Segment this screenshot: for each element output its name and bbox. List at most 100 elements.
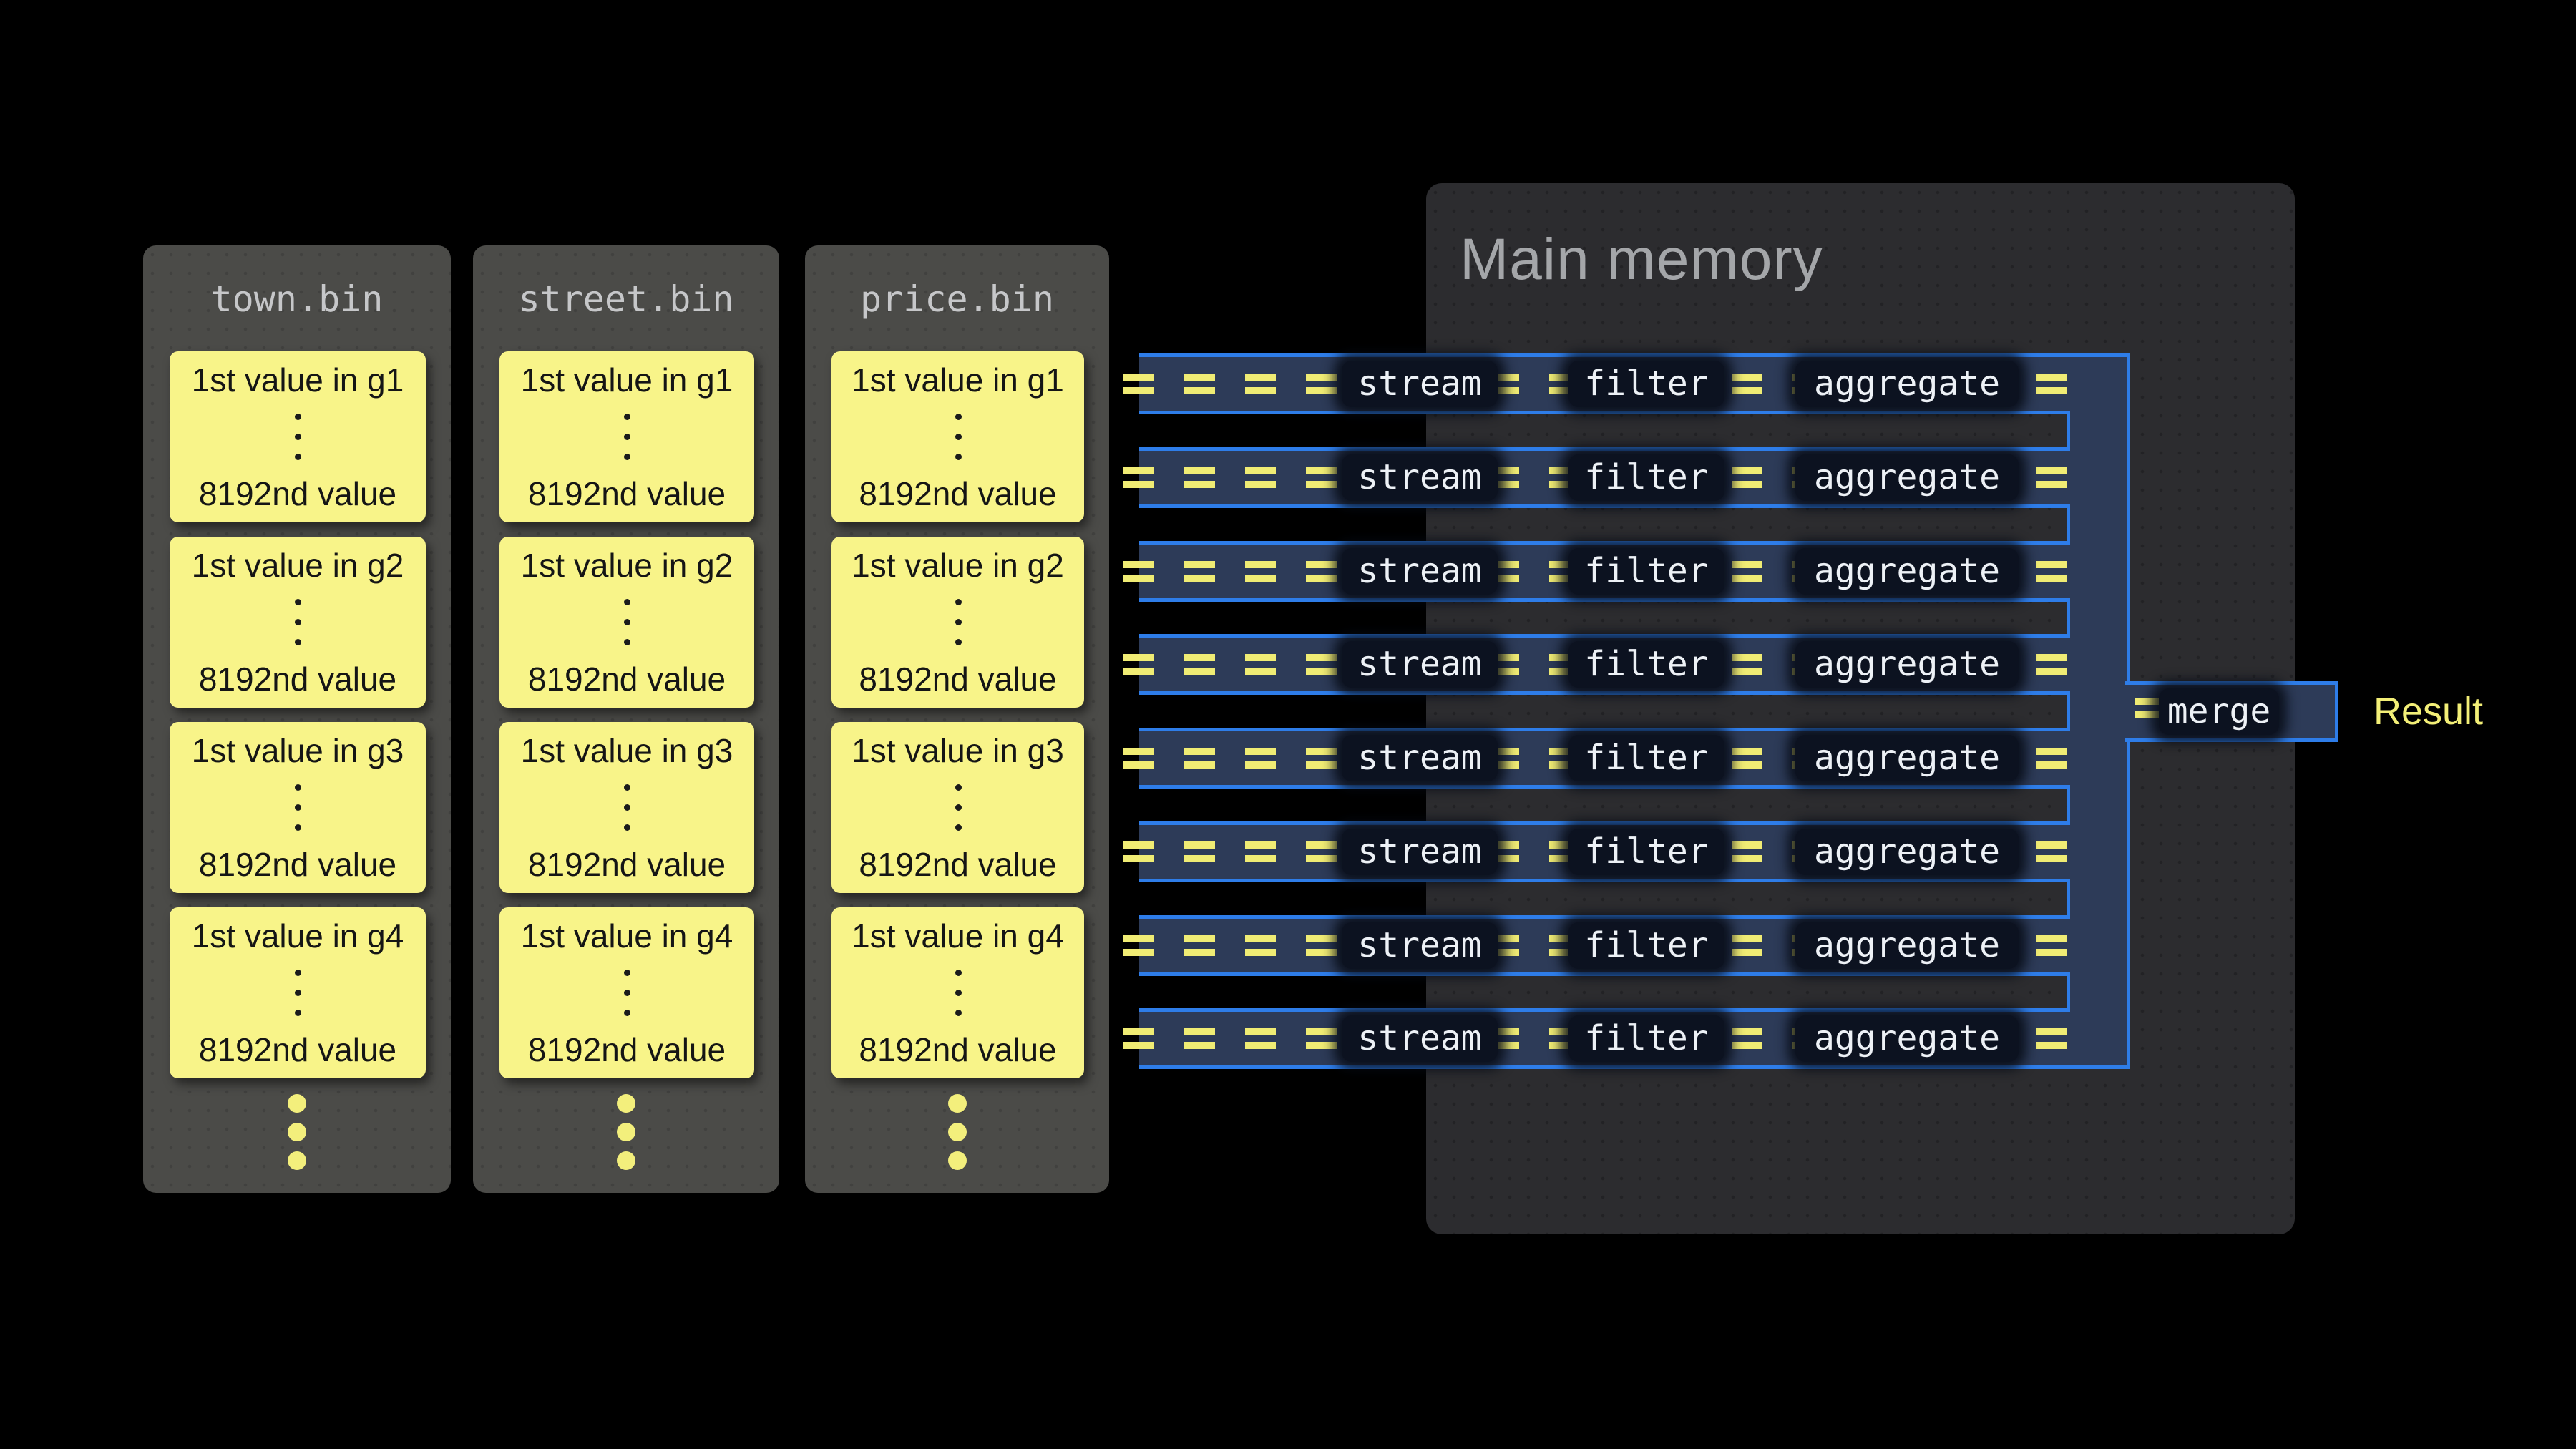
block-first-value-label: 1st value in g2 xyxy=(499,547,754,584)
ellipsis-dot xyxy=(955,784,962,791)
ellipsis-dot xyxy=(955,990,962,996)
value-block-g3: 1st value in g3 8192nd value xyxy=(499,722,754,893)
pipeline-row-8: stream filter aggregate xyxy=(1139,1008,2067,1069)
stream-operator-chip: stream xyxy=(1342,829,1498,875)
result-label: Result xyxy=(2373,689,2483,733)
block-last-value-label: 8192nd value xyxy=(831,475,1084,512)
stream-operator-chip: stream xyxy=(1342,1015,1498,1062)
ellipsis-dot xyxy=(295,970,301,976)
merge-chip: merge xyxy=(2159,688,2279,735)
aggregate-operator-chip: aggregate xyxy=(1795,829,2019,875)
ellipsis-dot xyxy=(624,824,630,831)
block-first-value-label: 1st value in g2 xyxy=(170,547,426,584)
ellipsis-dot xyxy=(624,639,630,645)
block-first-value-label: 1st value in g3 xyxy=(831,732,1084,769)
more-groups-ellipsis-dot xyxy=(948,1123,967,1141)
block-last-value-label: 8192nd value xyxy=(499,475,754,512)
filter-operator-chip: filter xyxy=(1568,454,1724,501)
value-block-g1: 1st value in g1 8192nd value xyxy=(831,351,1084,522)
pipeline-row-3: streamfilteraggregate xyxy=(1139,541,2067,602)
ellipsis-dot xyxy=(295,804,301,811)
block-last-value-label: 8192nd value xyxy=(170,660,426,698)
filter-operator-chip: filter xyxy=(1568,1015,1724,1062)
block-first-value-label: 1st value in g1 xyxy=(499,361,754,399)
block-first-value-label: 1st value in g4 xyxy=(499,917,754,955)
file-title: town.bin xyxy=(143,279,451,319)
stream-operator-chip: stream xyxy=(1342,641,1498,688)
main-memory-title: Main memory xyxy=(1460,225,1823,295)
aggregate-operator-chip: aggregate xyxy=(1795,922,2019,969)
filter-operator-chip: filter xyxy=(1568,829,1724,875)
value-block-g4: 1st value in g48192nd value xyxy=(170,907,426,1078)
block-first-value-label: 1st value in g4 xyxy=(170,917,426,955)
ellipsis-dot xyxy=(955,619,962,625)
more-groups-ellipsis-dot xyxy=(617,1123,635,1141)
filter-operator-chip: filter xyxy=(1568,361,1724,407)
filter-operator-chip: filter xyxy=(1568,922,1724,969)
ellipsis-dot xyxy=(624,784,630,791)
diagram-canvas: Main memory town.bin 1st value in g1 8192n… xyxy=(0,0,2576,1449)
more-groups-ellipsis-dot xyxy=(617,1094,635,1113)
pipeline-row-5: streamfilteraggregate xyxy=(1139,728,2067,789)
ellipsis-dot xyxy=(295,599,301,605)
value-block-g1: 1st value in g1 8192nd value xyxy=(499,351,754,522)
aggregate-operator-chip: aggregate xyxy=(1795,454,2019,501)
value-block-g2: 1st value in g2 8192nd value xyxy=(170,537,426,708)
block-first-value-label: 1st value in g2 xyxy=(831,547,1084,584)
block-last-value-label: 8192nd value xyxy=(499,1031,754,1068)
block-first-value-label: 1st value in g3 xyxy=(170,732,426,769)
ellipsis-dot xyxy=(624,414,630,420)
ellipsis-dot xyxy=(624,804,630,811)
ellipsis-dot xyxy=(955,639,962,645)
notch-right-cap xyxy=(2067,972,2070,1013)
value-block-g1: 1st value in g1 8192nd value xyxy=(170,351,426,522)
pipeline-row-1: streamfilteraggregate xyxy=(1139,353,2067,414)
ellipsis-dot xyxy=(295,1010,301,1016)
stream-operator-chip: stream xyxy=(1342,922,1498,969)
notch-right-cap xyxy=(2067,598,2070,638)
block-first-value-label: 1st value in g3 xyxy=(499,732,754,769)
value-block-g4: 1st value in g4 8192nd value xyxy=(499,907,754,1078)
notch-right-cap xyxy=(2067,504,2070,545)
notch-right-cap xyxy=(2067,879,2070,919)
block-last-value-label: 8192nd value xyxy=(831,1031,1084,1068)
stream-operator-chip: stream xyxy=(1342,454,1498,501)
ellipsis-dot xyxy=(955,970,962,976)
ellipsis-dot xyxy=(295,619,301,625)
aggregate-operator-chip: aggregate xyxy=(1795,641,2019,688)
filter-operator-chip: filter xyxy=(1568,641,1724,688)
more-groups-ellipsis-dot xyxy=(948,1151,967,1170)
more-groups-ellipsis-dot xyxy=(617,1151,635,1170)
block-first-value-label: 1st value in g1 xyxy=(831,361,1084,399)
aggregate-operator-chip: aggregate xyxy=(1795,735,2019,781)
block-last-value-label: 8192nd value xyxy=(499,660,754,698)
ellipsis-dot xyxy=(295,639,301,645)
ellipsis-dot xyxy=(295,434,301,440)
ellipsis-dot xyxy=(955,414,962,420)
ellipsis-dot xyxy=(955,1010,962,1016)
block-last-value-label: 8192nd value xyxy=(499,846,754,883)
pipeline-row-6: stream filter aggregate xyxy=(1139,821,2067,882)
ellipsis-dot xyxy=(295,414,301,420)
ellipsis-dot xyxy=(624,599,630,605)
ellipsis-dot xyxy=(295,824,301,831)
value-block-g2: 1st value in g28192nd value xyxy=(831,537,1084,708)
ellipsis-dot xyxy=(624,970,630,976)
block-last-value-label: 8192nd value xyxy=(170,475,426,512)
more-groups-ellipsis-dot xyxy=(288,1123,306,1141)
ellipsis-dot xyxy=(955,434,962,440)
ellipsis-dot xyxy=(295,990,301,996)
ellipsis-dot xyxy=(295,454,301,460)
file-title: street.bin xyxy=(473,279,779,319)
value-block-g3: 1st value in g38192nd value xyxy=(831,722,1084,893)
block-first-value-label: 1st value in g1 xyxy=(170,361,426,399)
aggregate-operator-chip: aggregate xyxy=(1795,548,2019,595)
more-groups-ellipsis-dot xyxy=(288,1094,306,1113)
file-title: price.bin xyxy=(805,279,1109,319)
pipeline-row-7: stream filter aggregate xyxy=(1139,915,2067,976)
file-column-town: town.bin1st value in g18192nd value1st v… xyxy=(143,245,451,1193)
aggregate-operator-chip: aggregate xyxy=(1795,1015,2019,1062)
more-groups-ellipsis-dot xyxy=(288,1151,306,1170)
value-block-g3: 1st value in g38192nd value xyxy=(170,722,426,893)
ellipsis-dot xyxy=(955,599,962,605)
